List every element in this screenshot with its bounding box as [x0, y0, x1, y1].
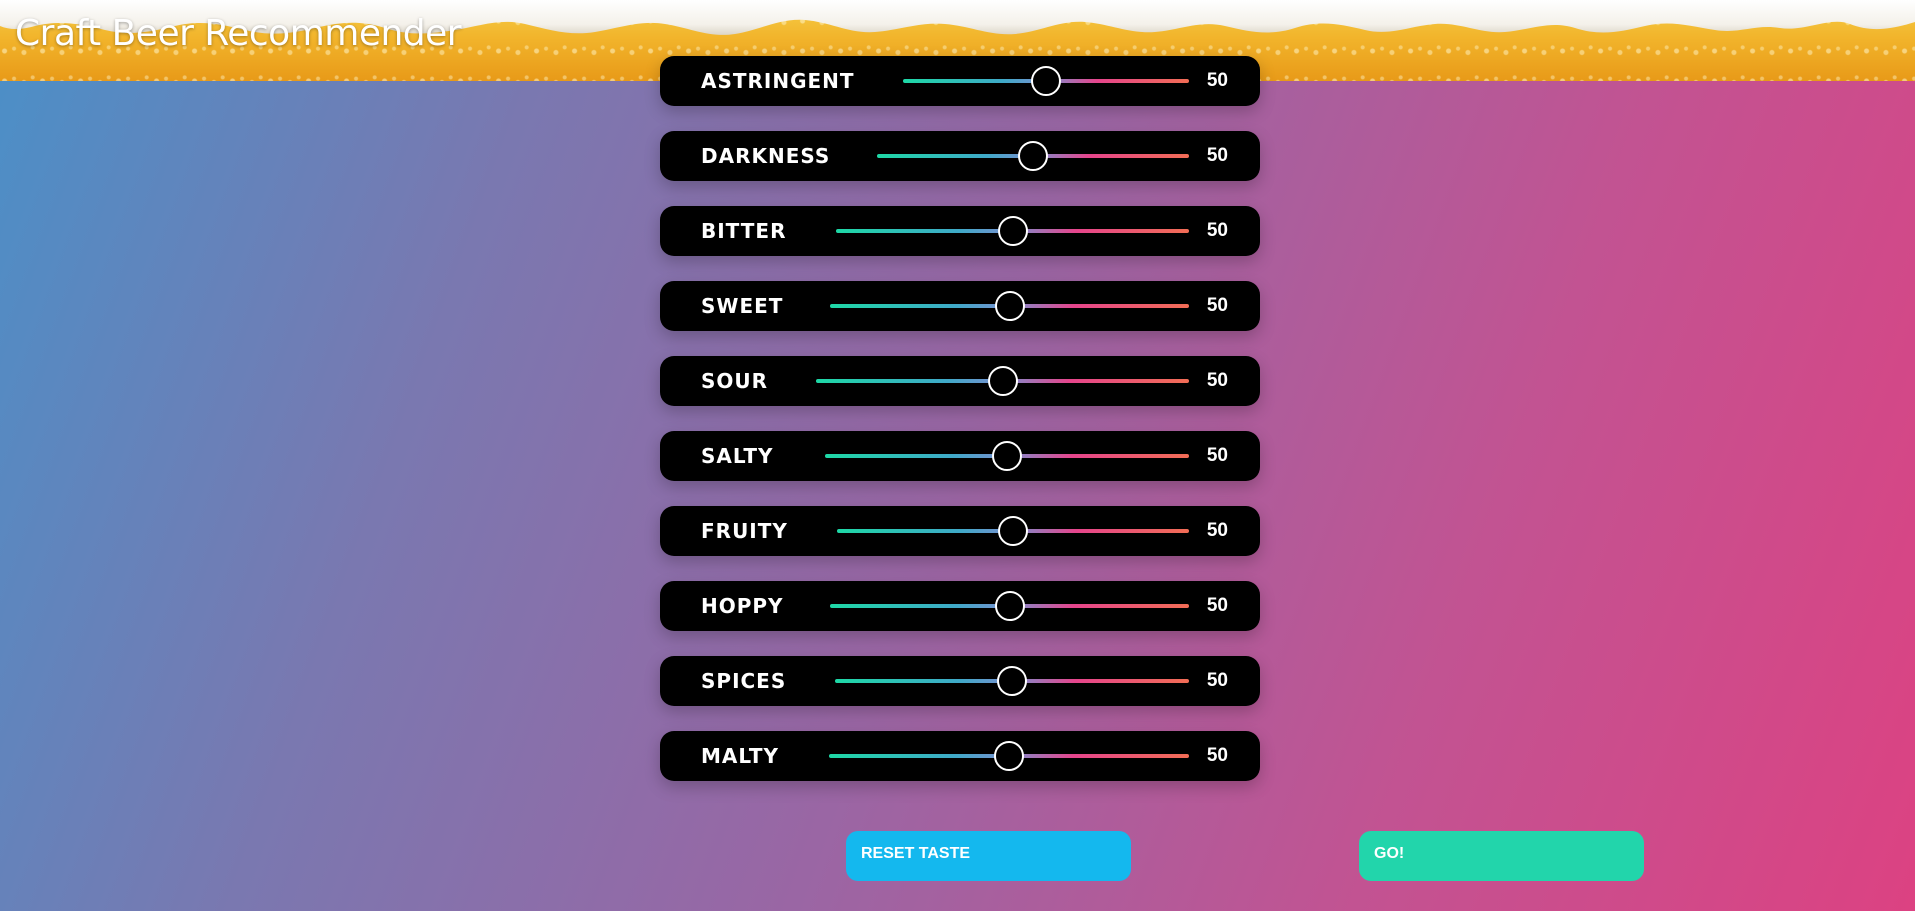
slider-label-malty: MALTY — [701, 744, 779, 768]
slider-track-salty[interactable] — [825, 441, 1189, 471]
slider-label-sour: SOUR — [701, 369, 769, 393]
slider-track-darkness[interactable] — [877, 141, 1189, 171]
slider-thumb-sweet[interactable] — [994, 291, 1025, 321]
slider-row-sour: SOUR 50 — [660, 356, 1260, 406]
reset-taste-button[interactable]: RESET TASTE — [846, 831, 1131, 881]
slider-value-malty: 50 — [1206, 745, 1228, 766]
slider-thumb-fruity[interactable] — [998, 516, 1028, 546]
slider-track-malty[interactable] — [829, 741, 1189, 771]
slider-thumb-salty[interactable] — [992, 441, 1022, 471]
slider-thumb-bitter[interactable] — [997, 216, 1028, 246]
slider-row-hoppy: HOPPY 50 — [660, 581, 1260, 631]
slider-track-spices[interactable] — [835, 666, 1189, 696]
slider-label-hoppy: HOPPY — [701, 594, 784, 618]
slider-row-spices: SPICES 50 — [660, 656, 1260, 706]
slider-thumb-spices[interactable] — [997, 666, 1027, 696]
slider-value-darkness: 50 — [1206, 145, 1228, 166]
slider-row-darkness: DARKNESS 50 — [660, 131, 1260, 181]
slider-value-astringent: 50 — [1206, 70, 1228, 91]
slider-label-astringent: ASTRINGENT — [701, 69, 855, 93]
slider-value-spices: 50 — [1206, 670, 1228, 691]
slider-track-hoppy[interactable] — [830, 591, 1189, 621]
slider-thumb-darkness[interactable] — [1018, 141, 1048, 171]
slider-thumb-astringent[interactable] — [1031, 66, 1061, 96]
slider-value-hoppy: 50 — [1206, 595, 1228, 616]
slider-row-salty: SALTY 50 — [660, 431, 1260, 481]
slider-value-bitter: 50 — [1206, 220, 1228, 241]
slider-row-malty: MALTY 50 — [660, 731, 1260, 781]
app-title: Craft Beer Recommender — [15, 13, 462, 54]
slider-label-fruity: FRUITY — [701, 519, 788, 543]
slider-row-sweet: SWEET 50 — [660, 281, 1260, 331]
slider-label-bitter: BITTER — [701, 219, 787, 243]
slider-label-salty: SALTY — [701, 444, 774, 468]
slider-row-fruity: FRUITY 50 — [660, 506, 1260, 556]
slider-track-sweet[interactable] — [830, 291, 1189, 321]
slider-thumb-malty[interactable] — [994, 741, 1024, 771]
slider-track-astringent[interactable] — [903, 66, 1189, 96]
slider-thumb-sour[interactable] — [987, 366, 1018, 396]
slider-track-sour[interactable] — [816, 366, 1189, 396]
slider-value-sweet: 50 — [1206, 295, 1228, 316]
slider-thumb-hoppy[interactable] — [994, 591, 1025, 621]
slider-value-salty: 50 — [1206, 445, 1228, 466]
slider-row-astringent: ASTRINGENT 50 — [660, 56, 1260, 106]
slider-value-fruity: 50 — [1206, 520, 1228, 541]
taste-slider-list: ASTRINGENT 50 DARKNESS 50 BITTER 50 SWEE… — [660, 56, 1260, 806]
slider-label-darkness: DARKNESS — [701, 144, 831, 168]
slider-label-spices: SPICES — [701, 669, 787, 693]
slider-track-fruity[interactable] — [837, 516, 1189, 546]
slider-row-bitter: BITTER 50 — [660, 206, 1260, 256]
slider-value-sour: 50 — [1206, 370, 1228, 391]
go-button[interactable]: GO! — [1359, 831, 1644, 881]
slider-track-bitter[interactable] — [836, 216, 1189, 246]
slider-label-sweet: SWEET — [701, 294, 784, 318]
